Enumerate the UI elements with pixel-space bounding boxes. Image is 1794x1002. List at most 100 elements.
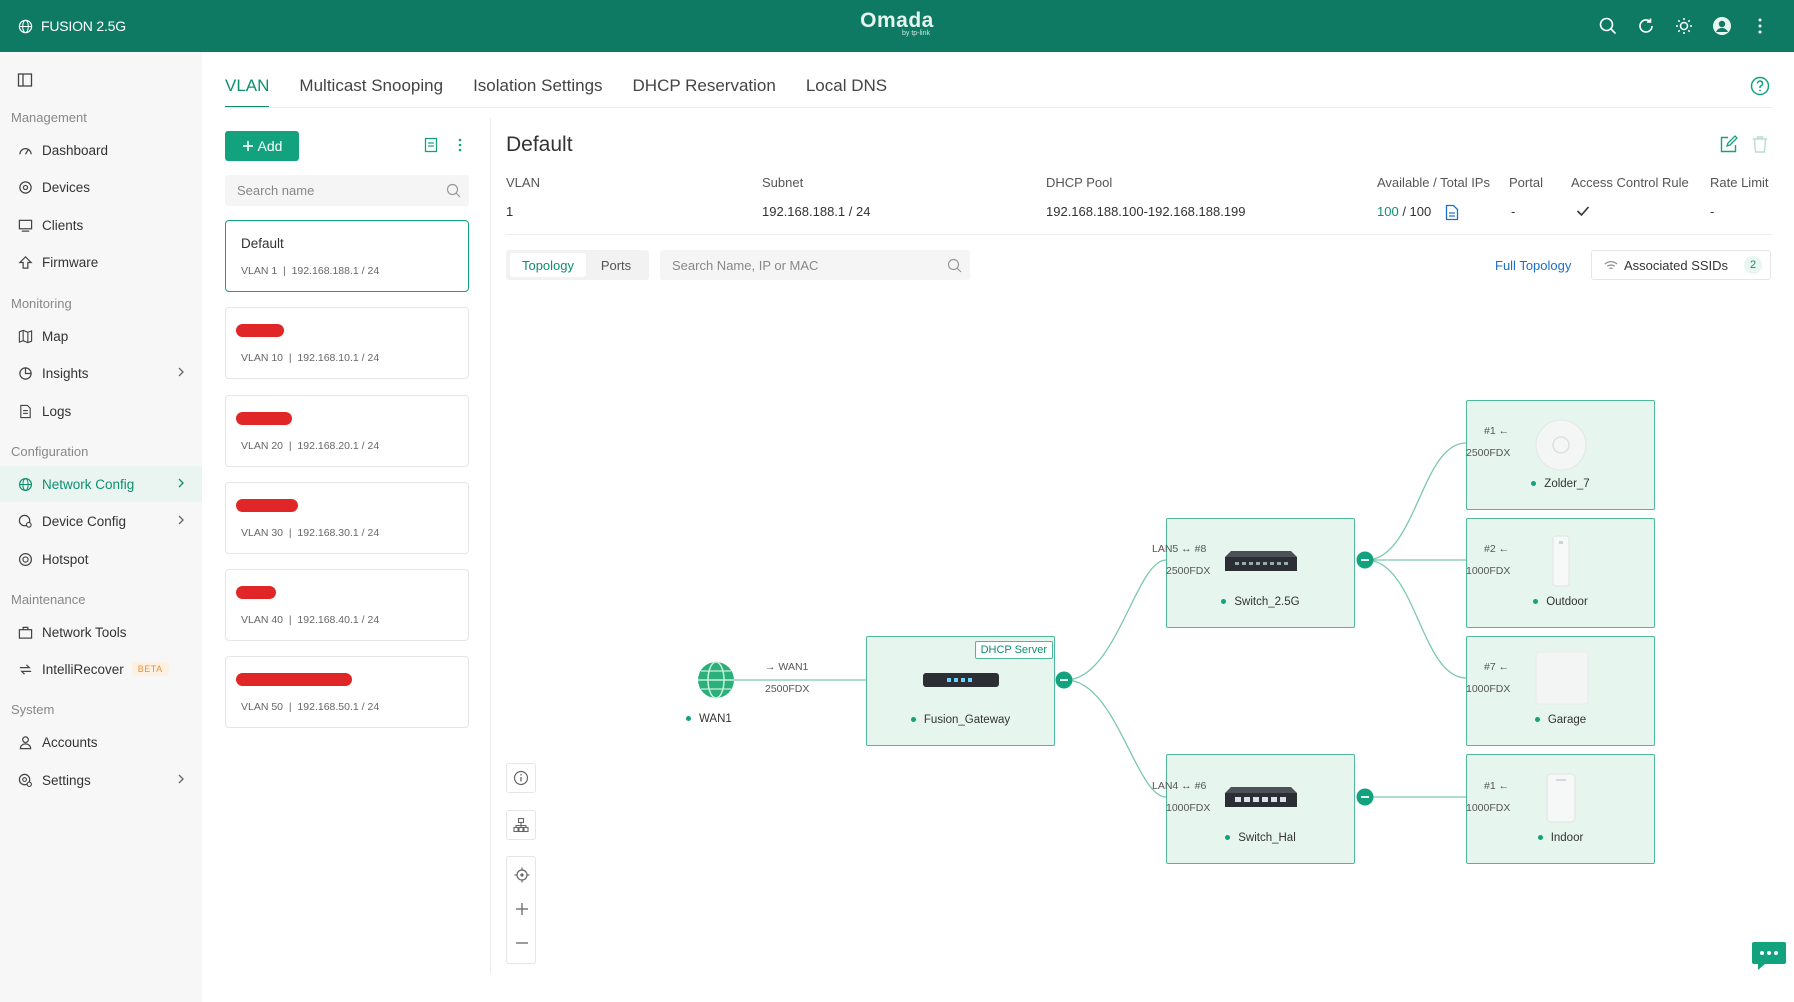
value-dhcp-pool: 192.168.188.100-192.168.188.199 bbox=[1046, 204, 1246, 219]
redaction-mark bbox=[236, 499, 298, 512]
sidebar-item-clients[interactable]: Clients bbox=[0, 207, 202, 243]
ap-label: Garage bbox=[1467, 714, 1654, 726]
search-icon[interactable] bbox=[1598, 16, 1618, 36]
sidebar-item-label: Insights bbox=[42, 365, 89, 381]
vlan-card-10[interactable]: VLAN 10 | 192.168.10.1 / 24 bbox=[225, 307, 469, 379]
collapse-branch-icon[interactable] bbox=[1356, 551, 1374, 569]
more-vertical-icon[interactable] bbox=[1750, 16, 1770, 36]
ap-speed-label: 2500FDX bbox=[1466, 447, 1511, 459]
search-placeholder: Search name bbox=[237, 183, 315, 198]
ap-label: Zolder_7 bbox=[1467, 478, 1654, 490]
info-icon[interactable] bbox=[506, 763, 536, 793]
add-label: Add bbox=[257, 138, 283, 154]
sidebar-item-hotspot[interactable]: Hotspot bbox=[0, 541, 202, 577]
section-monitoring: Monitoring bbox=[11, 296, 72, 311]
redaction-mark bbox=[236, 673, 352, 686]
available-count[interactable]: 100 bbox=[1377, 204, 1399, 219]
theme-sun-icon[interactable] bbox=[1674, 16, 1694, 36]
topology-search-input[interactable]: Search Name, IP or MAC bbox=[660, 250, 970, 280]
network-icon bbox=[16, 475, 34, 493]
header-subnet: Subnet bbox=[762, 175, 804, 190]
ceiling-ap-icon bbox=[1535, 419, 1587, 471]
sidebar-item-insights[interactable]: Insights bbox=[0, 355, 202, 391]
sidebar-item-logs[interactable]: Logs bbox=[0, 393, 202, 429]
indoor-ap-icon bbox=[1546, 773, 1576, 823]
vlan-card-50[interactable]: VLAN 50 | 192.168.50.1 / 24 bbox=[225, 656, 469, 728]
tab-local-dns[interactable]: Local DNS bbox=[806, 76, 887, 108]
user-icon bbox=[16, 733, 34, 751]
brand-logo: Omada by tp-link bbox=[0, 9, 1794, 37]
tab-vlan[interactable]: VLAN bbox=[225, 76, 270, 108]
trash-icon[interactable] bbox=[1751, 135, 1769, 154]
refresh-icon[interactable] bbox=[1636, 16, 1656, 36]
topology-canvas: WAN1 → WAN1 2500FDX DHCP Server Fusion_G… bbox=[506, 300, 1772, 970]
sidebar-item-dashboard[interactable]: Dashboard bbox=[0, 132, 202, 168]
dhcp-server-badge: DHCP Server bbox=[974, 641, 1053, 659]
tab-multicast-snooping[interactable]: Multicast Snooping bbox=[299, 76, 443, 108]
vlan-card-default[interactable]: Default VLAN 1 | 192.168.188.1 / 24 bbox=[225, 220, 469, 292]
vlan-subtitle: VLAN 1 | 192.168.188.1 / 24 bbox=[241, 265, 380, 277]
vlan-card-40[interactable]: VLAN 40 | 192.168.40.1 / 24 bbox=[225, 569, 469, 641]
brand-name: Omada bbox=[860, 9, 934, 32]
section-system: System bbox=[11, 702, 55, 717]
vlan-subtitle: VLAN 40 | 192.168.40.1 / 24 bbox=[241, 614, 380, 626]
sidebar-collapse-icon[interactable] bbox=[17, 72, 33, 88]
header-portal: Portal bbox=[1509, 175, 1543, 190]
config-tabs: VLAN Multicast Snooping Isolation Settin… bbox=[225, 76, 887, 108]
gateway-node[interactable]: DHCP Server Fusion_Gateway bbox=[866, 636, 1055, 746]
view-ports-button[interactable]: Ports bbox=[588, 253, 644, 277]
zoom-in-icon[interactable] bbox=[513, 900, 531, 918]
layout-tree-icon[interactable] bbox=[506, 810, 536, 840]
view-topology-button[interactable]: Topology bbox=[510, 253, 586, 277]
sidebar-item-label: Accounts bbox=[42, 734, 98, 750]
gateway-label: Fusion_Gateway bbox=[867, 714, 1054, 726]
more-vertical-icon[interactable] bbox=[452, 137, 468, 153]
search-icon bbox=[947, 258, 962, 273]
import-icon[interactable] bbox=[423, 137, 439, 153]
chevron-right-icon bbox=[174, 513, 188, 527]
redaction-mark bbox=[236, 324, 284, 337]
redaction-mark bbox=[236, 412, 292, 425]
sidebar-item-accounts[interactable]: Accounts bbox=[0, 724, 202, 760]
sidebar-item-label: Logs bbox=[42, 403, 72, 419]
associated-ssids-button[interactable]: Associated SSIDs 2 bbox=[1591, 250, 1771, 280]
site-selector[interactable]: FUSION 2.5G bbox=[18, 0, 126, 52]
add-vlan-button[interactable]: Add bbox=[225, 131, 299, 161]
collapse-branch-icon[interactable] bbox=[1356, 788, 1374, 806]
view-toggle: Topology Ports bbox=[506, 250, 649, 280]
dashboard-icon bbox=[16, 141, 34, 159]
wan-globe-icon[interactable] bbox=[696, 660, 736, 700]
chat-support-icon[interactable] bbox=[1751, 940, 1787, 972]
vlan-name: Default bbox=[241, 236, 284, 251]
edit-icon[interactable] bbox=[1719, 135, 1738, 154]
sidebar-item-device-config[interactable]: Device Config bbox=[0, 503, 202, 539]
locate-icon[interactable] bbox=[513, 866, 531, 884]
vlan-card-20[interactable]: VLAN 20 | 192.168.20.1 / 24 bbox=[225, 395, 469, 467]
search-icon bbox=[446, 183, 461, 198]
sidebar-item-devices[interactable]: Devices bbox=[0, 169, 202, 205]
outdoor-ap-icon bbox=[1552, 535, 1570, 587]
switch-device-icon bbox=[1221, 785, 1301, 811]
sidebar-item-map[interactable]: Map bbox=[0, 318, 202, 354]
sidebar-item-label: Network Tools bbox=[42, 624, 127, 640]
sidebar-item-firmware[interactable]: Firmware bbox=[0, 244, 202, 280]
sidebar-item-settings[interactable]: Settings bbox=[0, 762, 202, 798]
sidebar-item-intellirecover[interactable]: IntelliRecover BETA bbox=[0, 651, 202, 687]
sidebar-item-network-config[interactable]: Network Config bbox=[0, 466, 202, 502]
logs-icon bbox=[16, 402, 34, 420]
zoom-out-icon[interactable] bbox=[513, 934, 531, 952]
tab-dhcp-reservation[interactable]: DHCP Reservation bbox=[633, 76, 776, 108]
sidebar: Management Dashboard Devices Clients Fir… bbox=[0, 52, 202, 1002]
panel-divider bbox=[490, 118, 491, 973]
help-icon[interactable] bbox=[1750, 76, 1770, 96]
gateway-device-icon bbox=[921, 670, 1001, 690]
vlan-search-input[interactable]: Search name bbox=[225, 175, 469, 206]
vlan-card-30[interactable]: VLAN 30 | 192.168.30.1 / 24 bbox=[225, 482, 469, 554]
sidebar-item-network-tools[interactable]: Network Tools bbox=[0, 614, 202, 650]
tab-isolation-settings[interactable]: Isolation Settings bbox=[473, 76, 602, 108]
full-topology-link[interactable]: Full Topology bbox=[1495, 258, 1571, 273]
document-icon[interactable] bbox=[1445, 204, 1459, 221]
avatar-icon[interactable] bbox=[1712, 16, 1732, 36]
collapse-branch-icon[interactable] bbox=[1055, 671, 1073, 689]
wan-port-label: → WAN1 bbox=[765, 661, 809, 673]
